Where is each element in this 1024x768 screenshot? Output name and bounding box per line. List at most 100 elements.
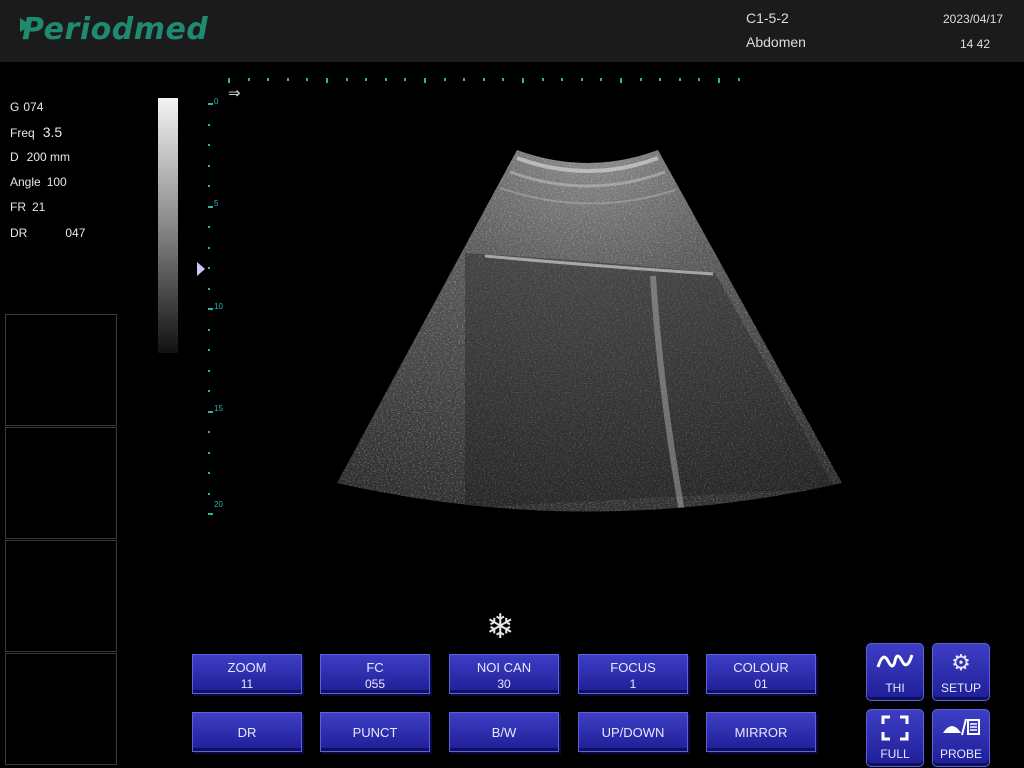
lateral-tick [718,78,720,83]
depth-label: 10 [214,302,223,311]
grayscale-bar [158,98,178,353]
param-value: 21 [32,200,46,214]
button-label: NOI CAN [476,660,532,675]
param-label: Freq [10,126,35,140]
param-value: 3.5 [42,124,63,140]
noise-cancel-button[interactable]: NOI CAN 30 [449,654,559,694]
lateral-tick [267,78,270,81]
depth-label: 5 [214,199,219,208]
button-label: THI [885,681,905,695]
puncture-button[interactable]: PUNCT [320,712,430,752]
button-value: 055 [364,677,386,691]
depth-tick [208,185,210,187]
thumbnail-slot-1[interactable] [5,314,117,426]
button-label: UP/DOWN [601,725,665,740]
depth-tick [208,349,210,351]
param-label: DR [10,226,28,240]
full-button[interactable]: FULL [866,709,924,767]
param-framerate: FR 21 [10,200,45,214]
param-label: D [10,150,19,164]
date: 2023/04/17 [943,12,1004,26]
button-value: 11 [240,677,254,691]
focus-marker-icon[interactable] [197,262,205,276]
depth-tick [208,472,210,474]
lateral-tick [561,78,564,81]
gear-icon: ⚙ [951,650,971,675]
thumbnail-slot-3[interactable] [5,540,117,652]
colour-button[interactable]: COLOUR 01 [706,654,816,694]
depth-tick [208,492,210,495]
thi-button[interactable]: THI [866,643,924,701]
bw-button[interactable]: B/W [449,712,559,752]
depth-tick [208,123,210,126]
mirror-button[interactable]: MIRROR [706,712,816,752]
lateral-tick [306,78,309,81]
lateral-tick [365,78,368,81]
depth-tick [208,103,213,105]
lateral-scale [225,78,745,84]
param-value: 200 mm [26,150,71,164]
probe-button[interactable]: PROBE [932,709,990,767]
depth-tick [208,328,210,331]
button-label: ZOOM [227,660,267,675]
lateral-tick [620,78,622,83]
focus-button[interactable]: FOCUS 1 [578,654,688,694]
lateral-tick [404,78,407,81]
depth-tick [208,164,210,167]
setup-button[interactable]: ⚙ SETUP [932,643,990,701]
param-dynamic-range: DR 047 [10,226,85,240]
button-label: FULL [880,747,910,761]
depth-tick [208,390,210,392]
button-label: FC [366,660,384,675]
param-gain: G 074 [10,100,43,114]
lateral-tick [345,78,348,81]
param-label: FR [10,200,26,214]
lateral-tick [698,78,701,81]
depth-tick [208,308,213,310]
param-value: 047 [65,226,86,240]
depth-tick [208,226,210,228]
lateral-tick [580,78,583,81]
param-value: 074 [23,100,44,114]
lateral-tick [463,78,466,81]
button-label: MIRROR [734,725,788,740]
probe-icon [933,715,989,743]
param-freq: Freq 3.5 [10,124,62,140]
depth-label: 0 [214,97,219,106]
fc-button[interactable]: FC 055 [320,654,430,694]
fullscreen-icon [867,715,923,743]
lateral-tick [639,78,642,81]
lateral-tick [678,78,681,81]
button-label: COLOUR [733,660,789,675]
probe-name: C1-5-2 [746,10,789,26]
param-depth: D 200 mm [10,150,70,164]
depth-tick [208,451,210,454]
lateral-tick [522,78,524,83]
depth-tick [208,513,213,515]
lateral-tick [502,78,505,81]
param-value: 100 [46,175,67,189]
depth-tick [208,431,210,433]
depth-tick [208,205,213,208]
depth-tick [208,144,210,146]
zoom-button[interactable]: ZOOM 11 [192,654,302,694]
lateral-tick [228,78,230,83]
param-label: Angle [10,175,41,189]
thumbnail-slot-2[interactable] [5,427,117,539]
depth-label: 15 [214,404,223,413]
lateral-tick [737,78,740,81]
button-label: PUNCT [352,725,398,740]
arrow-right-icon: ⇒ [228,85,241,102]
up-down-button[interactable]: UP/DOWN [578,712,688,752]
depth-tick [208,287,210,290]
button-label: DR [237,725,257,740]
thumbnail-slot-4[interactable] [5,653,117,765]
depth-tick [208,410,213,413]
param-label: G [10,100,20,114]
button-label: FOCUS [610,660,656,675]
lateral-tick [482,78,485,81]
dr-button[interactable]: DR [192,712,302,752]
time: 14 42 [960,37,991,51]
wave-icon [867,649,923,677]
ultrasound-image [337,150,842,512]
